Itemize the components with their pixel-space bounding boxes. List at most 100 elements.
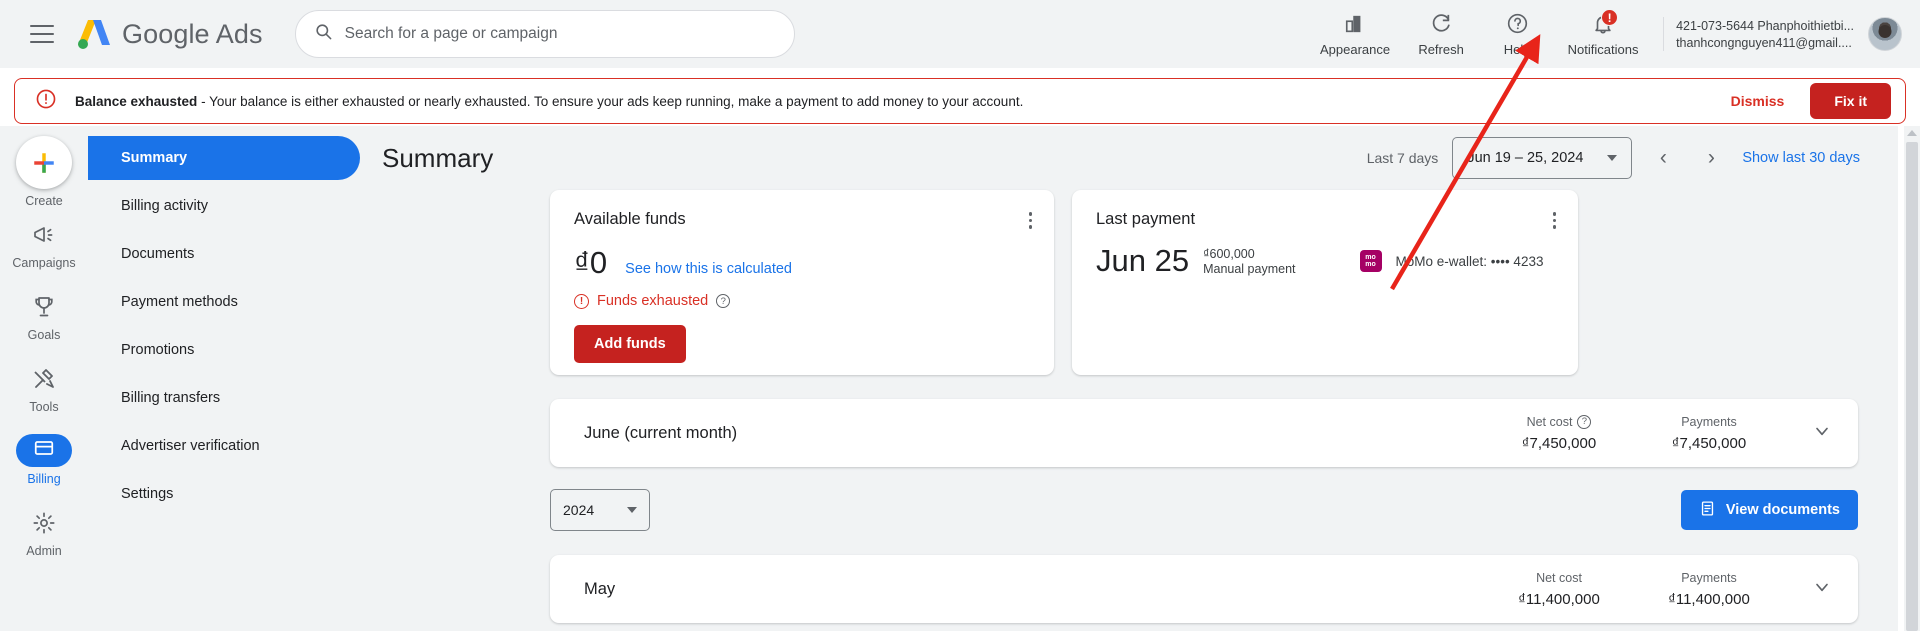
last-payment-method: MoMo e-wallet: •••• 4233 xyxy=(1395,253,1544,269)
chevron-down-icon xyxy=(1607,155,1618,161)
last-payment-date: Jun 25 xyxy=(1096,243,1190,278)
scrollbar-thumb[interactable] xyxy=(1906,142,1918,631)
funds-exhausted-label: Funds exhausted xyxy=(597,293,709,309)
search-placeholder: Search for a page or campaign xyxy=(344,25,558,42)
available-funds-amount-row: ₫0 See how this is calculated xyxy=(574,245,1030,281)
refresh-button[interactable]: Refresh xyxy=(1403,5,1479,63)
next-period-button[interactable]: › xyxy=(1694,141,1728,175)
add-funds-button[interactable]: Add funds xyxy=(574,325,686,363)
alert-icon xyxy=(35,88,57,115)
payments-label: Payments xyxy=(1681,570,1737,585)
expand-chevron-icon[interactable] xyxy=(1812,577,1832,602)
help-circle-icon[interactable]: ? xyxy=(716,294,731,308)
available-funds-menu-icon[interactable] xyxy=(1028,212,1032,229)
notifications-button[interactable]: ! Notifications xyxy=(1555,5,1651,63)
exclaim-icon: ! xyxy=(574,293,589,309)
payments-header: Payments xyxy=(1634,415,1784,429)
net-cost-header: Net cost ? xyxy=(1484,414,1634,429)
document-icon xyxy=(1699,500,1716,521)
google-ads-billing-summary-page: Google Ads Search for a page or campaign… xyxy=(0,0,1920,631)
chevron-down-icon xyxy=(627,507,637,513)
main-content: Summary Last 7 days Jun 19 – 25, 2024 ‹ … xyxy=(370,126,1898,631)
month-row-june[interactable]: June (current month) Net cost ? ₫7,450,0… xyxy=(550,399,1858,467)
brand-name: Google Ads xyxy=(122,18,263,49)
summary-cards: Available funds ₫0 See how this is calcu… xyxy=(370,190,1898,375)
megaphone-icon xyxy=(32,218,56,251)
funds-exhausted-status: ! Funds exhausted ? xyxy=(574,293,1030,309)
sidebar-item-settings[interactable]: Settings xyxy=(88,472,360,516)
payments-header: Payments xyxy=(1634,571,1784,585)
see-how-calculated-link[interactable]: See how this is calculated xyxy=(625,261,792,277)
help-button[interactable]: Help xyxy=(1479,5,1555,63)
google-ads-logo[interactable]: Google Ads xyxy=(76,17,263,51)
appearance-button[interactable]: Appearance xyxy=(1307,5,1403,63)
billing-sub-nav: Summary Billing activity Documents Payme… xyxy=(88,126,370,631)
scroll-up-icon[interactable] xyxy=(1907,130,1917,136)
primary-nav-rail: Create Campaigns Goals Tools Billing Adm… xyxy=(0,126,88,631)
trophy-icon xyxy=(32,290,56,323)
sidebar-item-payment-methods[interactable]: Payment methods xyxy=(88,280,360,324)
fix-it-button[interactable]: Fix it xyxy=(1810,83,1891,119)
account-selector[interactable]: 421-073-5644 Phanphoithietbi... thanhcon… xyxy=(1676,19,1854,50)
rail-item-tools[interactable]: Tools xyxy=(0,352,88,424)
refresh-icon xyxy=(1430,13,1452,40)
banner-actions: Dismiss Fix it xyxy=(1721,83,1891,119)
rail-item-campaigns[interactable]: Campaigns xyxy=(0,208,88,280)
help-circle-icon[interactable]: ? xyxy=(1577,414,1592,429)
available-funds-title: Available funds xyxy=(574,210,686,228)
month-row-may[interactable]: May Net cost ₫11,400,000 Payments ₫11,40… xyxy=(550,555,1858,623)
momo-icon: mo mo xyxy=(1359,250,1382,272)
month-name: May xyxy=(584,579,616,598)
balance-exhausted-banner: Balance exhausted - Your balance is eith… xyxy=(14,78,1906,124)
sidebar-item-summary[interactable]: Summary xyxy=(88,136,360,180)
rail-item-create[interactable]: Create xyxy=(0,136,88,208)
hamburger-menu-icon[interactable] xyxy=(30,25,54,43)
vertical-scrollbar[interactable] xyxy=(1904,126,1920,631)
previous-period-button[interactable]: ‹ xyxy=(1646,141,1680,175)
tools-icon xyxy=(32,362,56,395)
sidebar-item-documents[interactable]: Documents xyxy=(88,232,360,276)
net-cost-metric: Net cost ₫11,400,000 xyxy=(1484,571,1634,608)
create-button[interactable] xyxy=(16,136,72,189)
last-payment-card: Last payment Jun 25 ₫600,000 Manual paym… xyxy=(1072,190,1578,375)
sidebar-item-promotions[interactable]: Promotions xyxy=(88,328,360,372)
help-label: Help xyxy=(1503,42,1531,57)
net-cost-value: ₫7,450,000 xyxy=(1521,434,1597,452)
last-payment-title: Last payment xyxy=(1096,210,1196,228)
avatar[interactable] xyxy=(1868,17,1902,51)
notifications-label: Notifications xyxy=(1567,41,1639,57)
dismiss-button[interactable]: Dismiss xyxy=(1721,87,1795,115)
show-last-30-days-link[interactable]: Show last 30 days xyxy=(1742,150,1860,166)
view-documents-button[interactable]: View documents xyxy=(1680,490,1858,530)
date-range-select[interactable]: Jun 19 – 25, 2024 xyxy=(1452,137,1633,179)
rail-item-goals[interactable]: Goals xyxy=(0,280,88,352)
appearance-icon xyxy=(1344,13,1366,40)
help-icon xyxy=(1506,12,1529,40)
notification-badge: ! xyxy=(1601,9,1619,26)
rail-item-admin[interactable]: Admin xyxy=(0,496,88,568)
sidebar-item-advertiser-verification[interactable]: Advertiser verification xyxy=(88,424,360,468)
page-title: Summary xyxy=(382,142,494,173)
rail-label-campaigns: Campaigns xyxy=(12,256,76,270)
search-icon xyxy=(314,22,333,46)
rail-item-billing[interactable]: Billing xyxy=(0,424,88,496)
net-cost-value: ₫11,400,000 xyxy=(1518,590,1600,608)
google-ads-mark-icon xyxy=(76,17,112,51)
account-email: thanhcongnguyen411@gmail.... xyxy=(1676,35,1852,50)
payments-label: Payments xyxy=(1681,414,1737,429)
account-id: 421-073-5644 Phanphoithietbi... xyxy=(1676,18,1854,33)
net-cost-label: Net cost xyxy=(1536,570,1582,585)
divider xyxy=(1663,17,1665,51)
month-name: June (current month) xyxy=(584,423,738,442)
date-preset-label: Last 7 days xyxy=(1366,150,1439,166)
expand-chevron-icon[interactable] xyxy=(1812,421,1832,446)
last-payment-details: Jun 25 ₫600,000 Manual payment mo mo MoMo… xyxy=(1096,243,1554,279)
search-input[interactable]: Search for a page or campaign xyxy=(294,10,795,58)
sidebar-item-billing-activity[interactable]: Billing activity xyxy=(88,184,360,228)
last-payment-amount: ₫600,000 xyxy=(1203,246,1255,261)
date-range-controls: Last 7 days Jun 19 – 25, 2024 ‹ › Show l… xyxy=(1367,137,1860,179)
last-payment-menu-icon[interactable] xyxy=(1552,212,1556,229)
sidebar-item-billing-transfers[interactable]: Billing transfers xyxy=(88,376,360,420)
rail-label-goals: Goals xyxy=(27,328,61,342)
year-select[interactable]: 2024 xyxy=(550,489,650,531)
